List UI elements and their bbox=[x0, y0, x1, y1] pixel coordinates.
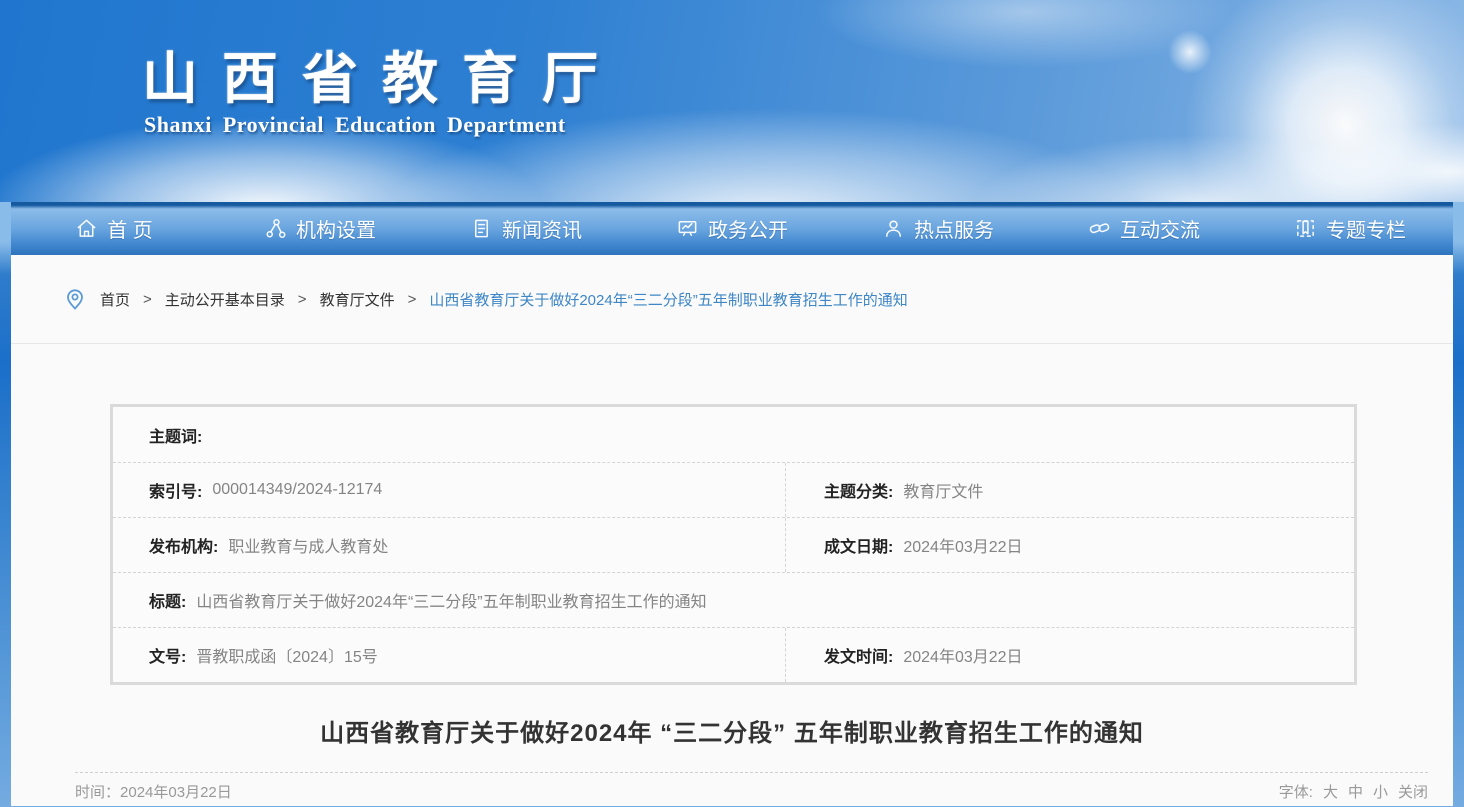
field-value-written-date: 2024年03月22日 bbox=[903, 533, 1022, 557]
nav-item-label: 政务公开 bbox=[708, 214, 788, 243]
nav-item-organization[interactable]: 机构设置 bbox=[217, 202, 423, 255]
hot-service-icon bbox=[882, 217, 905, 240]
field-label-keywords: 主题词: bbox=[149, 423, 202, 447]
nav-item-interaction[interactable]: 互动交流 bbox=[1041, 202, 1247, 255]
field-label-topic-category: 主题分类: bbox=[824, 478, 893, 502]
location-pin-icon bbox=[63, 287, 87, 311]
field-value-topic-category: 教育厅文件 bbox=[903, 478, 983, 502]
organization-icon bbox=[264, 217, 287, 240]
nav-item-home[interactable]: 首 页 bbox=[11, 202, 217, 255]
field-label-publish-time: 发文时间: bbox=[824, 643, 893, 667]
table-row-title: 标题: 山西省教育厅关于做好2024年“三二分段”五年制职业教育招生工作的通知 bbox=[113, 572, 1354, 627]
time-value: 2024年03月22日 bbox=[120, 784, 232, 801]
font-controls: 字体: 大 中 小 关闭 bbox=[1279, 781, 1428, 802]
breadcrumb: 首页 > 主动公开基本目录 > 教育厅文件 > 山西省教育厅关于做好2024年“… bbox=[11, 255, 1453, 344]
field-label-document-number: 文号: bbox=[149, 643, 186, 667]
breadcrumb-item-home[interactable]: 首页 bbox=[100, 289, 130, 310]
nav-item-news[interactable]: 新闻资讯 bbox=[423, 202, 629, 255]
nav-item-label: 新闻资讯 bbox=[502, 214, 582, 243]
table-cell: 标题: 山西省教育厅关于做好2024年“三二分段”五年制职业教育招生工作的通知 bbox=[113, 573, 1354, 627]
main-navigation: 首 页 机构设置 新闻资讯 政务公开 热点服务 互动交流 专题专栏 bbox=[11, 202, 1453, 255]
nav-item-label: 互动交流 bbox=[1120, 214, 1200, 243]
table-row-docnumber-pubdate: 文号: 晋教职成函〔2024〕15号 发文时间: 2024年03月22日 bbox=[113, 627, 1354, 682]
font-size-medium-button[interactable]: 中 bbox=[1348, 781, 1363, 802]
nav-item-label: 专题专栏 bbox=[1326, 214, 1406, 243]
article-title: 山西省教育厅关于做好2024年 “三二分段” 五年制职业教育招生工作的通知 bbox=[11, 713, 1453, 748]
table-cell: 主题词: bbox=[113, 407, 1354, 462]
font-size-small-button[interactable]: 小 bbox=[1373, 781, 1388, 802]
breadcrumb-separator: > bbox=[143, 291, 152, 308]
field-value-issuing-agency: 职业教育与成人教育处 bbox=[228, 533, 388, 557]
breadcrumb-current-page[interactable]: 山西省教育厅关于做好2024年“三二分段”五年制职业教育招生工作的通知 bbox=[429, 289, 907, 310]
field-label-title: 标题: bbox=[149, 588, 186, 612]
article-time: 时间：2024年03月22日 bbox=[75, 781, 232, 802]
article-meta-bar: 时间：2024年03月22日 字体: 大 中 小 关闭 bbox=[75, 772, 1428, 802]
breadcrumb-item-catalog[interactable]: 主动公开基本目录 bbox=[165, 289, 285, 310]
site-logo-english: Shanxi Provincial Education Department bbox=[144, 112, 566, 138]
table-cell: 发布机构: 职业教育与成人教育处 bbox=[113, 518, 785, 572]
time-label: 时间： bbox=[75, 784, 120, 801]
site-logo-chinese: 山西省教育厅 bbox=[142, 34, 622, 115]
field-label-issuing-agency: 发布机构: bbox=[149, 533, 218, 557]
table-cell: 文号: 晋教职成函〔2024〕15号 bbox=[113, 628, 785, 682]
field-value-index-number: 000014349/2024-12174 bbox=[212, 481, 382, 499]
field-value-document-number: 晋教职成函〔2024〕15号 bbox=[196, 643, 377, 667]
font-label: 字体: bbox=[1279, 781, 1313, 802]
table-cell: 主题分类: 教育厅文件 bbox=[785, 463, 1354, 517]
table-row-keywords: 主题词: bbox=[113, 407, 1354, 462]
field-label-index-number: 索引号: bbox=[149, 478, 202, 502]
font-size-large-button[interactable]: 大 bbox=[1323, 781, 1338, 802]
nav-item-label: 机构设置 bbox=[296, 214, 376, 243]
nav-item-label: 首 页 bbox=[107, 214, 153, 243]
special-topics-icon bbox=[1294, 217, 1317, 240]
table-cell: 成文日期: 2024年03月22日 bbox=[785, 518, 1354, 572]
document-info-table: 主题词: 索引号: 000014349/2024-12174 主题分类: 教育厅… bbox=[110, 404, 1357, 685]
interaction-icon bbox=[1088, 217, 1111, 240]
nav-item-label: 热点服务 bbox=[914, 214, 994, 243]
gov-affairs-icon bbox=[676, 217, 699, 240]
table-row-index-category: 索引号: 000014349/2024-12174 主题分类: 教育厅文件 bbox=[113, 462, 1354, 517]
news-icon bbox=[470, 217, 493, 240]
site-header: 山西省教育厅 Shanxi Provincial Education Depar… bbox=[0, 0, 1464, 202]
nav-item-gov-affairs[interactable]: 政务公开 bbox=[629, 202, 835, 255]
nav-item-hot-service[interactable]: 热点服务 bbox=[835, 202, 1041, 255]
home-icon bbox=[75, 217, 98, 240]
table-cell: 索引号: 000014349/2024-12174 bbox=[113, 463, 785, 517]
field-value-publish-time: 2024年03月22日 bbox=[903, 643, 1022, 667]
field-label-written-date: 成文日期: bbox=[824, 533, 893, 557]
breadcrumb-item-documents[interactable]: 教育厅文件 bbox=[320, 289, 395, 310]
table-cell: 发文时间: 2024年03月22日 bbox=[785, 628, 1354, 682]
table-row-agency-date: 发布机构: 职业教育与成人教育处 成文日期: 2024年03月22日 bbox=[113, 517, 1354, 572]
close-button[interactable]: 关闭 bbox=[1398, 781, 1428, 802]
content-area: 首页 > 主动公开基本目录 > 教育厅文件 > 山西省教育厅关于做好2024年“… bbox=[11, 255, 1453, 806]
breadcrumb-separator: > bbox=[298, 291, 307, 308]
field-value-title: 山西省教育厅关于做好2024年“三二分段”五年制职业教育招生工作的通知 bbox=[196, 588, 706, 612]
nav-item-special-topics[interactable]: 专题专栏 bbox=[1247, 202, 1453, 255]
breadcrumb-separator: > bbox=[408, 291, 417, 308]
